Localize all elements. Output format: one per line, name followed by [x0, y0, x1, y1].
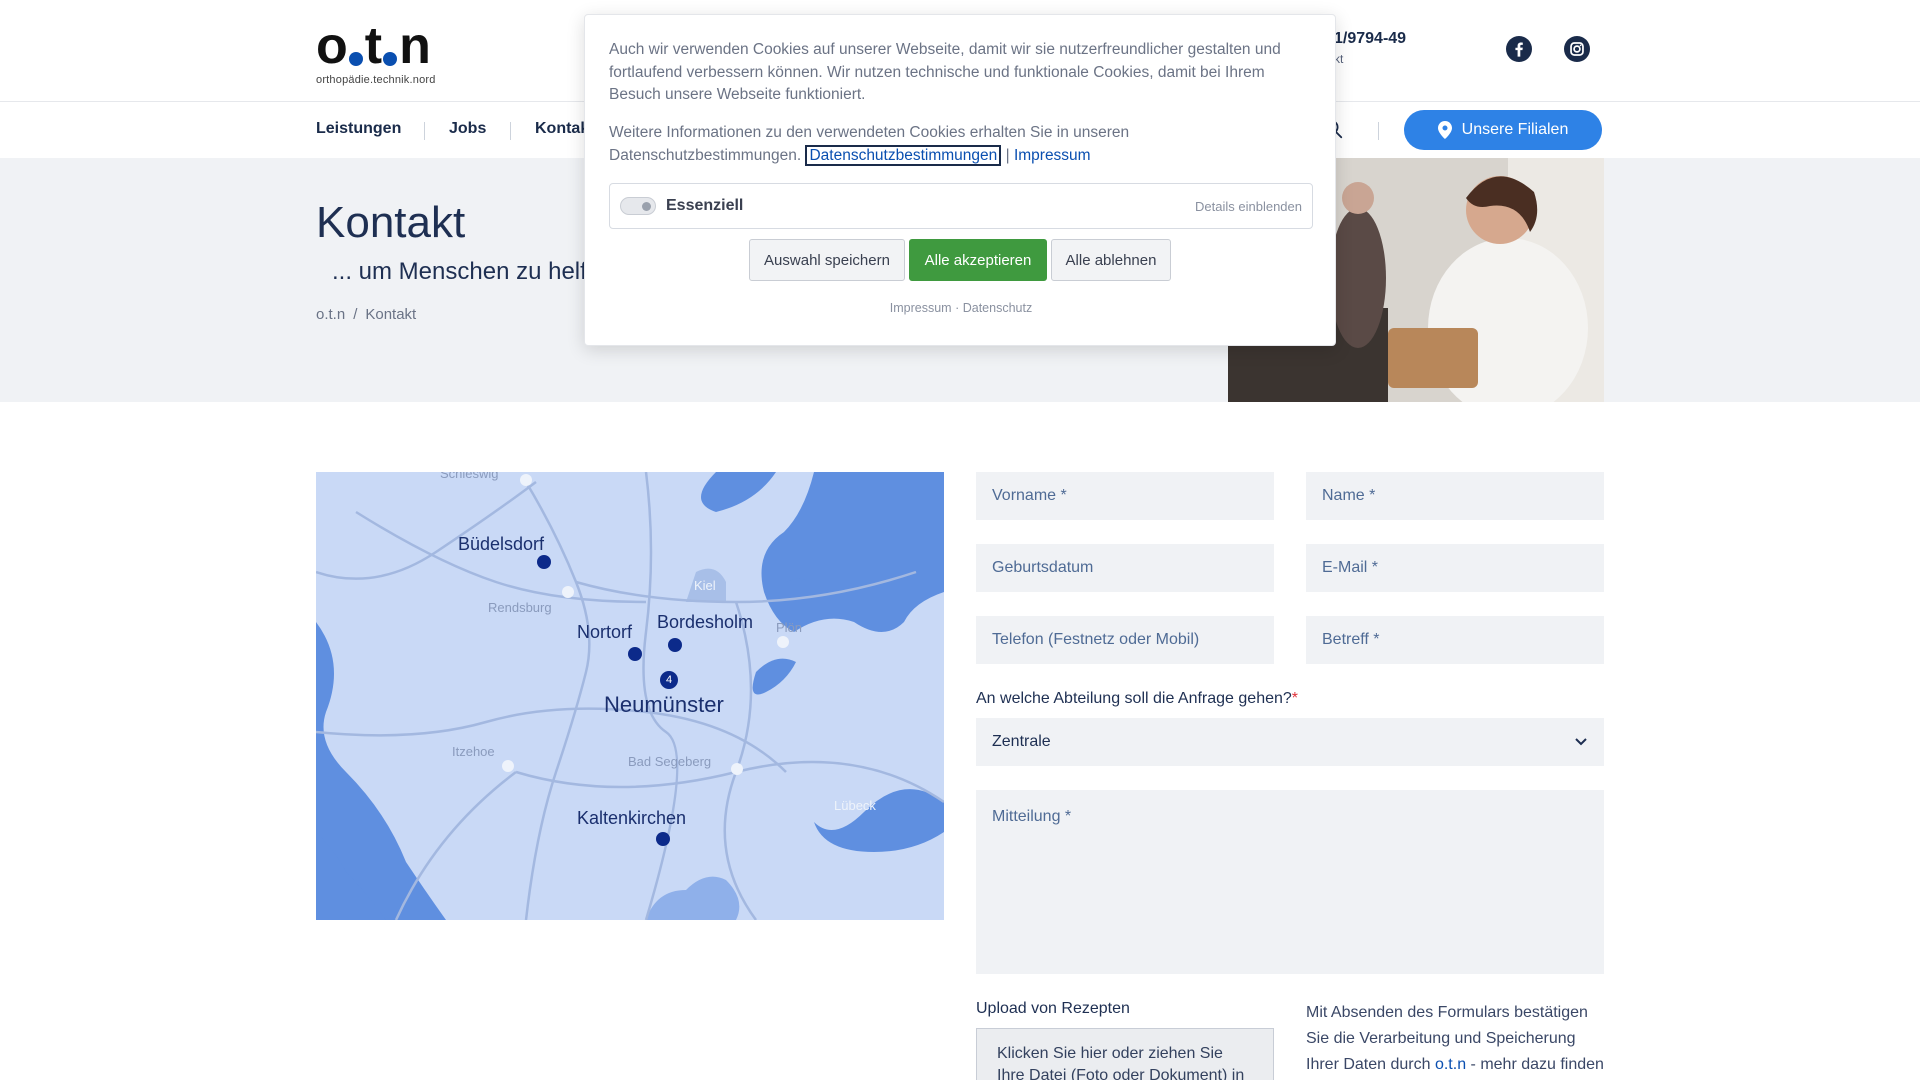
- map-label-luebeck: Lübeck: [834, 798, 876, 813]
- facebook-icon[interactable]: [1506, 36, 1532, 62]
- map-marker-minor: [502, 760, 514, 772]
- consent-brand-link[interactable]: o.t.n: [1435, 1056, 1466, 1073]
- map-marker-bordesholm[interactable]: [668, 638, 682, 652]
- map-label-bad-segeberg: Bad Segeberg: [628, 754, 712, 769]
- map-marker-minor: [731, 763, 743, 775]
- details-einblenden-link[interactable]: Details einblenden: [1195, 199, 1302, 214]
- consent-text: Mit Absenden des Formulars bestätigen Si…: [1306, 1000, 1606, 1078]
- map-label-neumuenster[interactable]: Neumünster: [604, 692, 724, 718]
- mitteilung-textarea[interactable]: Mitteilung *: [976, 790, 1604, 974]
- cookie-intro-text: Auch wir verwenden Cookies auf unserer W…: [609, 41, 1281, 103]
- required-marker: *: [1291, 690, 1299, 707]
- footer-datenschutz-link[interactable]: Datenschutz: [963, 301, 1032, 315]
- footer-separator: ·: [955, 301, 960, 315]
- betreff-input[interactable]: Betreff *: [1306, 616, 1604, 664]
- map-marker-kaltenkirchen[interactable]: [656, 832, 670, 846]
- breadcrumb: o.t.n / Kontakt: [316, 306, 416, 323]
- map-label-ploen: Plön: [776, 620, 803, 635]
- map-label-buedelsdorf[interactable]: Büdelsdorf: [458, 534, 544, 555]
- name-input[interactable]: Name *: [1306, 472, 1604, 520]
- cookie-footer-links: Impressum · Datenschutz: [585, 301, 1337, 315]
- alle-ablehnen-button[interactable]: Alle ablehnen: [1051, 239, 1171, 281]
- instagram-icon[interactable]: [1564, 36, 1590, 62]
- page-title: Kontakt: [316, 198, 466, 247]
- map-label-schleswig: Schleswig: [440, 472, 499, 481]
- essential-toggle[interactable]: [620, 197, 656, 215]
- department-select[interactable]: Zentrale: [976, 718, 1604, 766]
- breadcrumb-separator: /: [353, 306, 358, 323]
- cookie-info-text: Weitere Informationen zu den verwendeten…: [609, 121, 1313, 167]
- nav-jobs[interactable]: Jobs: [449, 120, 486, 138]
- link-separator: |: [1005, 147, 1010, 164]
- map-cluster-badge[interactable]: 4: [660, 671, 678, 689]
- map-marker-nortorf[interactable]: [628, 647, 642, 661]
- nav-leistungen[interactable]: Leistungen: [316, 120, 401, 138]
- consent-text-after: - mehr dazu finden: [1466, 1056, 1604, 1073]
- chevron-down-icon: [1575, 738, 1587, 746]
- breadcrumb-home[interactable]: o.t.n: [316, 306, 345, 323]
- geburtsdatum-input[interactable]: Geburtsdatum: [976, 544, 1274, 592]
- email-input[interactable]: E-Mail *: [1306, 544, 1604, 592]
- essential-cookie-group: Essenziell Details einblenden: [609, 183, 1313, 229]
- datenschutz-link[interactable]: Datenschutzbestimmungen: [805, 145, 1002, 166]
- cookie-consent-dialog: Auch wir verwenden Cookies auf unserer W…: [584, 14, 1336, 346]
- map-marker-buedelsdorf[interactable]: [537, 555, 551, 569]
- map-label-bordesholm[interactable]: Bordesholm: [657, 612, 753, 633]
- map-pin-icon: [1437, 121, 1452, 139]
- phone-number[interactable]: 1/9794-49: [1334, 30, 1406, 48]
- nav-divider: [1378, 122, 1379, 140]
- upload-label: Upload von Rezepten: [976, 1000, 1130, 1017]
- alle-akzeptieren-button[interactable]: Alle akzeptieren: [909, 239, 1047, 281]
- logo-subtitle: orthopädie.technik.nord: [316, 74, 436, 86]
- footer-impressum-link[interactable]: Impressum: [890, 301, 952, 315]
- map-marker-minor: [562, 586, 574, 598]
- unsere-filialen-button[interactable]: Unsere Filialen: [1404, 110, 1602, 150]
- map-label-kaltenkirchen[interactable]: Kaltenkirchen: [577, 808, 686, 829]
- department-selected-value: Zentrale: [992, 733, 1051, 750]
- logo-wordmark: otn: [316, 17, 431, 75]
- auswahl-speichern-button[interactable]: Auswahl speichern: [749, 239, 905, 281]
- department-question-text: An welche Abteilung soll die Anfrage geh…: [976, 690, 1292, 707]
- upload-dropzone[interactable]: Klicken Sie hier oder ziehen Sie Ihre Da…: [976, 1028, 1274, 1080]
- map-marker-minor: [777, 636, 789, 648]
- impressum-link[interactable]: Impressum: [1014, 147, 1091, 164]
- page-subtitle: ... um Menschen zu helf: [332, 258, 587, 285]
- map-label-itzehoe: Itzehoe: [452, 744, 495, 759]
- breadcrumb-current: Kontakt: [365, 306, 417, 323]
- map-label-nortorf[interactable]: Nortorf: [577, 622, 632, 643]
- essential-label: Essenziell: [666, 197, 744, 214]
- vorname-input[interactable]: Vorname *: [976, 472, 1274, 520]
- map-label-rendsburg: Rendsburg: [488, 600, 552, 615]
- map-marker-minor: [520, 474, 532, 486]
- unsere-filialen-label: Unsere Filialen: [1461, 121, 1569, 138]
- logo[interactable]: otn orthopädie.technik.nord: [316, 17, 446, 86]
- department-question: An welche Abteilung soll die Anfrage geh…: [976, 690, 1298, 708]
- branch-map[interactable]: Schleswig Büdelsdorf Rendsburg Kiel Nort…: [316, 472, 944, 920]
- map-label-kiel: Kiel: [694, 578, 716, 593]
- nav-divider: [510, 122, 511, 140]
- nav-divider: [424, 122, 425, 140]
- telefon-input[interactable]: Telefon (Festnetz oder Mobil): [976, 616, 1274, 664]
